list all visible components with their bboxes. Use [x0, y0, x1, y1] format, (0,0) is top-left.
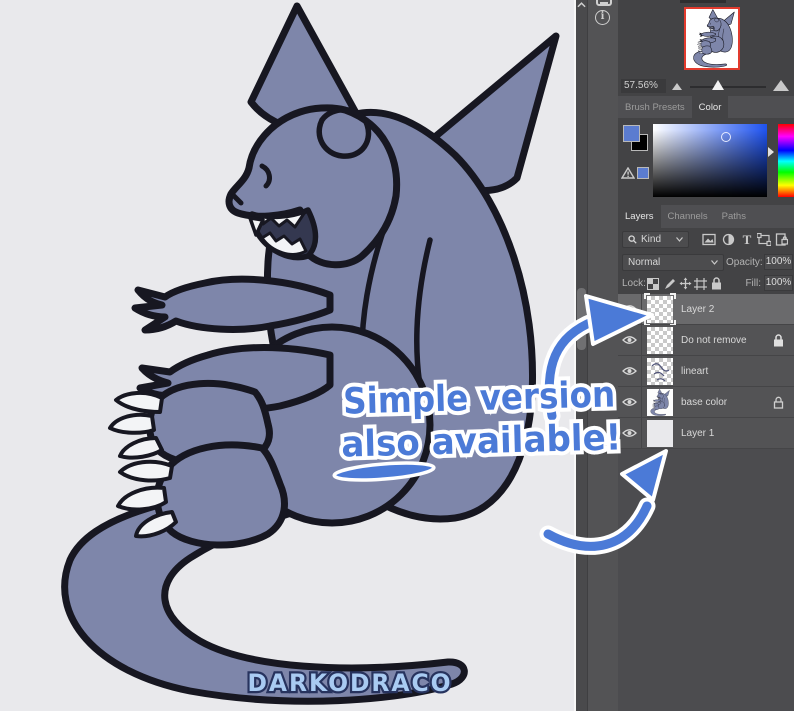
blend-mode-value: Normal [628, 257, 661, 268]
lock-transparent-pixels-icon[interactable] [647, 278, 659, 290]
navigator-thumbnail[interactable] [684, 7, 740, 70]
color-picker-ring[interactable] [721, 132, 731, 142]
document-canvas[interactable]: DARKODRACO [0, 0, 574, 711]
lock-transparency-icon [773, 396, 784, 409]
lock-label: Lock: [622, 278, 646, 289]
color-panel [618, 118, 794, 205]
panel-area: 57.56% Brush Presets Color Layers Channe… [618, 0, 794, 711]
watermark-text: DARKODRACO [248, 669, 453, 697]
layer-name: lineart [681, 365, 709, 377]
visibility-toggle[interactable] [618, 324, 642, 356]
chevron-down-icon [676, 237, 683, 242]
tab-color[interactable]: Color [691, 96, 729, 118]
lock-full-icon [774, 334, 783, 347]
zoom-value-field[interactable]: 57.56% [621, 79, 666, 93]
blend-mode-dropdown[interactable]: Normal [622, 254, 724, 271]
layer-row-do-not-remove[interactable]: Do not remove [618, 324, 794, 356]
eye-icon [622, 336, 637, 344]
filter-pixel-layers-icon[interactable] [702, 233, 716, 246]
layer-thumbnail[interactable] [647, 326, 673, 354]
navigator-panel [618, 0, 794, 77]
hue-slider-arrow[interactable] [768, 147, 774, 157]
filter-shape-layers-icon[interactable] [757, 233, 771, 246]
lock-position-icon[interactable] [679, 277, 692, 290]
tab-brush-presets[interactable]: Brush Presets [618, 96, 692, 118]
canvas-vertical-scrollbar[interactable] [576, 0, 587, 711]
fill-value-field[interactable]: 100% [764, 275, 793, 291]
lock-image-pixels-icon[interactable] [664, 278, 676, 290]
gamut-warning-icon[interactable] [621, 167, 635, 179]
svg-text:T: T [743, 233, 752, 246]
layer-row-layer2[interactable]: Layer 2 [618, 292, 794, 326]
dragon-foot-lower [153, 441, 288, 549]
eye-icon [622, 429, 637, 437]
layer-name: Do not remove [681, 334, 747, 346]
hue-rainbow-strip[interactable] [778, 124, 794, 197]
blend-mode-row: Normal Opacity: 100% [618, 252, 794, 274]
scrollbar-thumb[interactable] [577, 288, 586, 350]
scroll-up-icon[interactable] [577, 1, 586, 9]
zoom-out-icon[interactable] [672, 83, 682, 90]
visibility-toggle[interactable] [618, 386, 642, 418]
collapsed-panel-dock: i [587, 0, 618, 711]
filter-type-layers-icon[interactable]: T [741, 233, 753, 246]
lock-artboard-icon[interactable] [694, 278, 707, 290]
layer-thumbnail[interactable] [647, 419, 673, 447]
layer-name: base color [681, 396, 728, 408]
filter-adjustment-layers-icon[interactable] [722, 233, 735, 246]
zoom-in-icon[interactable] [773, 80, 789, 91]
visibility-toggle[interactable] [618, 417, 642, 449]
visibility-toggle[interactable] [618, 293, 642, 325]
filter-smart-objects-icon[interactable] [775, 233, 788, 246]
tab-paths[interactable]: Paths [715, 205, 753, 228]
opacity-label: Opacity: [726, 257, 763, 268]
opacity-value-field[interactable]: 100% [764, 254, 793, 270]
fill-label: Fill: [745, 278, 761, 289]
foreground-color-swatch[interactable] [623, 125, 640, 142]
zoom-slider-track[interactable] [690, 86, 766, 88]
tab-channels[interactable]: Channels [661, 205, 715, 228]
filter-kind-dropdown[interactable]: Kind [622, 231, 689, 248]
dragon-arm-upper [131, 275, 334, 334]
filter-kind-label: Kind [641, 234, 662, 245]
layers-panel-empty-area [618, 449, 794, 711]
navigator-zoom-row: 57.56% [618, 77, 794, 96]
layer-row-base-color[interactable]: base color [618, 386, 794, 418]
layer-name: Layer 2 [681, 303, 715, 315]
info-panel-icon[interactable]: i [595, 10, 610, 25]
lock-all-icon[interactable] [711, 277, 722, 290]
tab-layers[interactable]: Layers [618, 205, 661, 228]
eye-icon [622, 367, 637, 375]
zoom-slider-thumb[interactable] [712, 80, 724, 90]
lock-row: Lock: Fill: 100% [618, 274, 794, 294]
layer-thumbnail[interactable] [647, 388, 673, 416]
layer-thumbnail[interactable] [647, 357, 673, 385]
dragon-artwork: DARKODRACO [61, 2, 560, 705]
layer-row-lineart[interactable]: lineart [618, 355, 794, 387]
search-icon [628, 235, 637, 244]
chevron-down-icon [711, 260, 718, 265]
layers-tabstrip: Layers Channels Paths [618, 205, 794, 228]
properties-panel-icon[interactable] [596, 0, 612, 6]
layer-thumbnail[interactable] [647, 295, 673, 323]
gamut-safe-color-swatch[interactable] [637, 167, 649, 179]
saturation-brightness-field[interactable] [653, 124, 767, 197]
visibility-toggle[interactable] [618, 355, 642, 387]
panel-header-notch [680, 0, 726, 3]
color-tabstrip: Brush Presets Color [618, 96, 794, 118]
layer-name: Layer 1 [681, 427, 715, 439]
layer-row-layer1[interactable]: Layer 1 [618, 417, 794, 449]
layer-filter-row: Kind T [618, 228, 794, 252]
layer-list: Layer 2 Do not remove lineart base color… [618, 292, 794, 449]
eye-icon [622, 305, 637, 313]
eye-icon [622, 398, 637, 406]
